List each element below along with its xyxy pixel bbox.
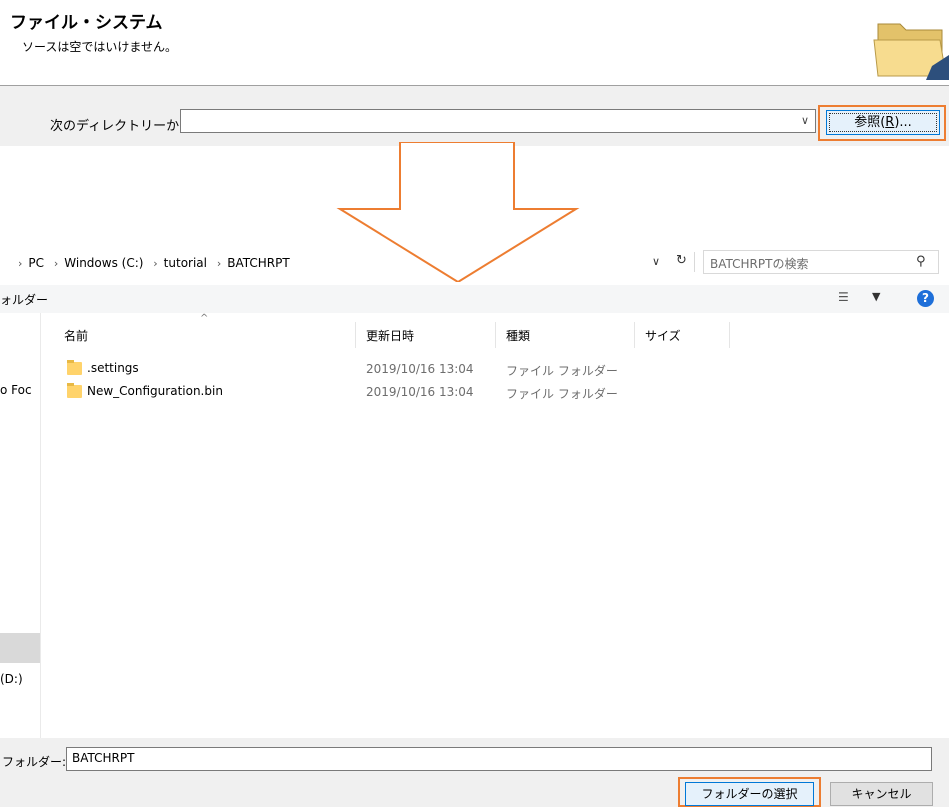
file-type: ファイル フォルダー: [506, 364, 618, 378]
wizard-description: ソースは空ではいけません。: [22, 40, 178, 54]
view-options-icon[interactable]: ☰: [838, 290, 849, 304]
folder-icon: [67, 383, 82, 398]
search-icon[interactable]: ⚲: [916, 254, 926, 269]
table-row[interactable]: [40, 359, 949, 379]
column-separator[interactable]: [355, 322, 356, 348]
select-folder-button[interactable]: フォルダーの選択: [685, 782, 814, 806]
nav-item-selected[interactable]: [0, 633, 40, 663]
breadcrumb-batchrpt[interactable]: BATCHRPT: [227, 256, 289, 270]
folder-icon: [873, 23, 949, 80]
file-type: ファイル フォルダー: [506, 387, 618, 401]
file-date: 2019/10/16 13:04: [366, 385, 474, 399]
directory-combo[interactable]: ∨: [180, 109, 816, 133]
column-header-type[interactable]: 種類: [506, 327, 530, 344]
column-header-name[interactable]: 名前: [64, 327, 88, 344]
column-separator[interactable]: [729, 322, 730, 348]
breadcrumb-drive[interactable]: Windows (C:): [64, 256, 143, 270]
column-header-date[interactable]: 更新日時: [366, 327, 414, 344]
wizard-title: ファイル・システム: [10, 13, 163, 33]
new-folder-command[interactable]: ォルダー: [0, 291, 48, 308]
file-date: 2019/10/16 13:04: [366, 362, 474, 376]
column-separator[interactable]: [495, 322, 496, 348]
command-bar: [0, 285, 949, 313]
file-name[interactable]: New_Configuration.bin: [87, 384, 223, 398]
search-input[interactable]: BATCHRPTの検索: [703, 250, 939, 274]
folder-icon: [67, 360, 82, 375]
browse-button[interactable]: 参照(R)...: [826, 110, 940, 135]
down-arrow-icon: [336, 142, 580, 282]
folder-name-input[interactable]: BATCHRPT: [66, 747, 932, 771]
chevron-down-icon[interactable]: ∨: [801, 114, 809, 127]
nav-item-drive-d[interactable]: (D:): [0, 672, 23, 686]
help-icon[interactable]: ?: [917, 290, 934, 307]
nav-item-folder[interactable]: o Foc: [0, 383, 32, 397]
chevron-down-icon[interactable]: ∨: [652, 255, 660, 268]
column-header-size[interactable]: サイズ: [645, 327, 681, 344]
column-separator[interactable]: [634, 322, 635, 348]
breadcrumb[interactable]: › PC › Windows (C:) › tutorial › BATCHRPT: [12, 256, 290, 270]
address-separator: [694, 252, 695, 272]
breadcrumb-tutorial[interactable]: tutorial: [164, 256, 207, 270]
refresh-icon[interactable]: ↻: [676, 253, 687, 268]
cancel-button[interactable]: キャンセル: [830, 782, 933, 806]
file-name[interactable]: .settings: [87, 361, 139, 375]
chevron-down-icon[interactable]: ▼: [872, 290, 880, 303]
folder-label: フォルダー:: [2, 755, 67, 769]
breadcrumb-pc[interactable]: PC: [28, 256, 44, 270]
sort-up-icon: ^: [200, 313, 209, 324]
